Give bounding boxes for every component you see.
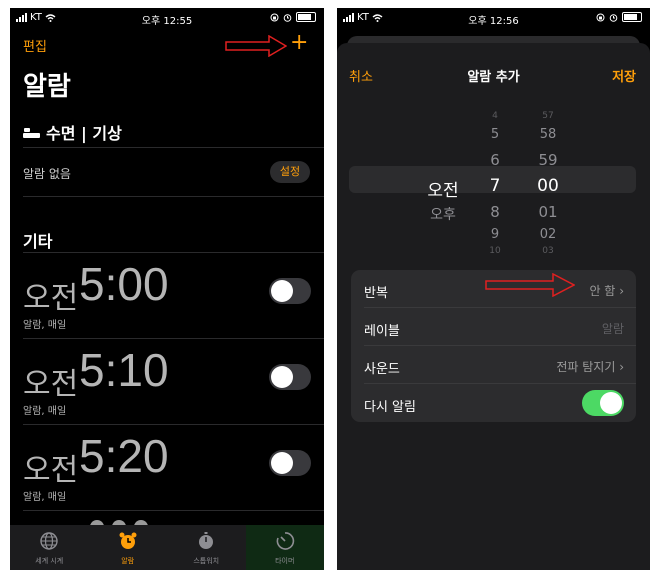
annotation-arrow: [225, 35, 287, 57]
globe-icon: [40, 532, 58, 550]
annotation-arrow: [485, 273, 575, 297]
page-title: 알람: [23, 72, 71, 102]
alarm-time: 5:10: [79, 344, 169, 396]
picker-minute: 03: [542, 246, 554, 256]
alarm-toggle[interactable]: [269, 450, 311, 476]
picker-hour: 5: [490, 127, 500, 142]
alarm-subtitle: 알람, 매일: [23, 406, 67, 417]
battery-icon: [622, 12, 642, 22]
setting-label: 레이블: [364, 324, 400, 339]
sleep-set-button[interactable]: 설정: [270, 161, 310, 183]
setting-value: 안 함 ›: [589, 284, 624, 298]
status-bar: KT 오후 12:55: [10, 8, 324, 28]
toggle-knob: [271, 280, 293, 302]
picker-hour: 9: [490, 227, 500, 242]
tab-world-clock[interactable]: 세계 시계: [10, 525, 89, 570]
setting-label: 반복: [364, 286, 388, 301]
add-alarm-button[interactable]: +: [290, 32, 308, 54]
tab-timer[interactable]: 타이머: [245, 525, 324, 570]
tab-label: 타이머: [275, 557, 295, 565]
alarm-status-icon: [283, 13, 292, 22]
picker-minute: 02: [539, 227, 557, 242]
tab-label: 세계 시계: [35, 557, 64, 565]
orientation-lock-icon: [596, 13, 605, 21]
divider: [23, 147, 324, 148]
picker-hour: 10: [489, 246, 501, 256]
picker-ampm-selected: 오전: [427, 181, 459, 201]
picker-minute: 59: [538, 151, 558, 169]
tab-label: 스톱워치: [193, 557, 220, 565]
divider: [23, 510, 324, 511]
setting-label: 다시 알림: [364, 400, 416, 415]
label-input-placeholder[interactable]: 알람: [602, 320, 624, 337]
alarm-status-icon: [609, 13, 618, 22]
sound-row[interactable]: 사운드 전파 탐지기 ›: [351, 346, 636, 384]
timer-icon: [276, 532, 294, 550]
picker-hour-selected: 7: [489, 176, 501, 196]
toggle-knob: [271, 366, 293, 388]
orientation-lock-icon: [270, 13, 279, 21]
picker-hour: 8: [490, 203, 500, 221]
alarm-ampm: 오전: [23, 281, 79, 316]
tab-bar: 세계 시계 알람 스톱워치 타이머: [10, 525, 324, 570]
other-section-header: 기타: [23, 232, 53, 251]
setting-value: 전파 탐지기 ›: [556, 360, 624, 374]
no-alarm-label: 알람 없음: [23, 167, 71, 181]
tab-alarm[interactable]: 알람: [89, 525, 168, 570]
sleep-section-header: 수면 | 기상: [23, 120, 122, 144]
battery-icon: [296, 12, 316, 22]
alarm-ampm: 오전: [23, 453, 79, 488]
alarm-time: 5:00: [79, 258, 169, 310]
alarm-list-screen: KT 오후 12:55 편집 + 알람 수면 | 기상 알람 없음 설정 기타 …: [10, 8, 324, 570]
snooze-toggle[interactable]: [582, 390, 624, 416]
tab-stopwatch[interactable]: 스톱워치: [167, 525, 246, 570]
add-alarm-sheet: 취소 알람 추가 저장 오전 오후 4 5 6 7 8 9 10 57 58 5…: [337, 43, 650, 570]
alarm-clock-icon: [119, 532, 137, 549]
sleep-section-title: 수면 | 기상: [46, 124, 122, 143]
picker-minute: 58: [539, 127, 557, 142]
tab-label: 알람: [121, 557, 135, 565]
toggle-knob: [271, 452, 293, 474]
setting-label: 사운드: [364, 362, 400, 377]
alarm-subtitle: 알람, 매일: [23, 320, 67, 331]
add-alarm-screen: KT 오후 12:56 취소 알람 추가 저장 오전 오후 4 5 6 7 8: [337, 8, 650, 570]
picker-minute: 01: [538, 203, 558, 221]
bed-icon: [23, 127, 40, 138]
alarm-row[interactable]: 오전 5:10 알람, 매일: [23, 339, 323, 425]
alarm-toggle[interactable]: [269, 278, 311, 304]
picker-hour: 4: [492, 111, 498, 121]
picker-hour: 6: [490, 151, 500, 169]
edit-button[interactable]: 편집: [23, 36, 47, 55]
alarm-toggle[interactable]: [269, 364, 311, 390]
stopwatch-icon: [199, 532, 214, 549]
alarm-time: 5:20: [79, 430, 169, 482]
picker-minute: 57: [542, 111, 554, 121]
label-row[interactable]: 레이블 알람: [351, 308, 636, 346]
chevron-right-icon: ›: [619, 284, 624, 298]
snooze-row: 다시 알림: [351, 384, 636, 422]
chevron-right-icon: ›: [619, 360, 624, 374]
alarm-row[interactable]: 오전 5:00 알람, 매일: [23, 253, 323, 339]
status-bar: KT 오후 12:56: [337, 8, 650, 28]
save-button[interactable]: 저장: [612, 66, 636, 85]
picker-minute-selected: 00: [537, 176, 559, 196]
sheet-title: 알람 추가: [467, 70, 520, 85]
alarm-subtitle: 알람, 매일: [23, 492, 67, 503]
picker-ampm-option: 오후: [430, 207, 456, 223]
alarm-row[interactable]: 오전 5:20 알람, 매일: [23, 425, 323, 511]
toggle-knob: [600, 392, 622, 414]
alarm-ampm: 오전: [23, 367, 79, 402]
divider: [23, 196, 324, 197]
